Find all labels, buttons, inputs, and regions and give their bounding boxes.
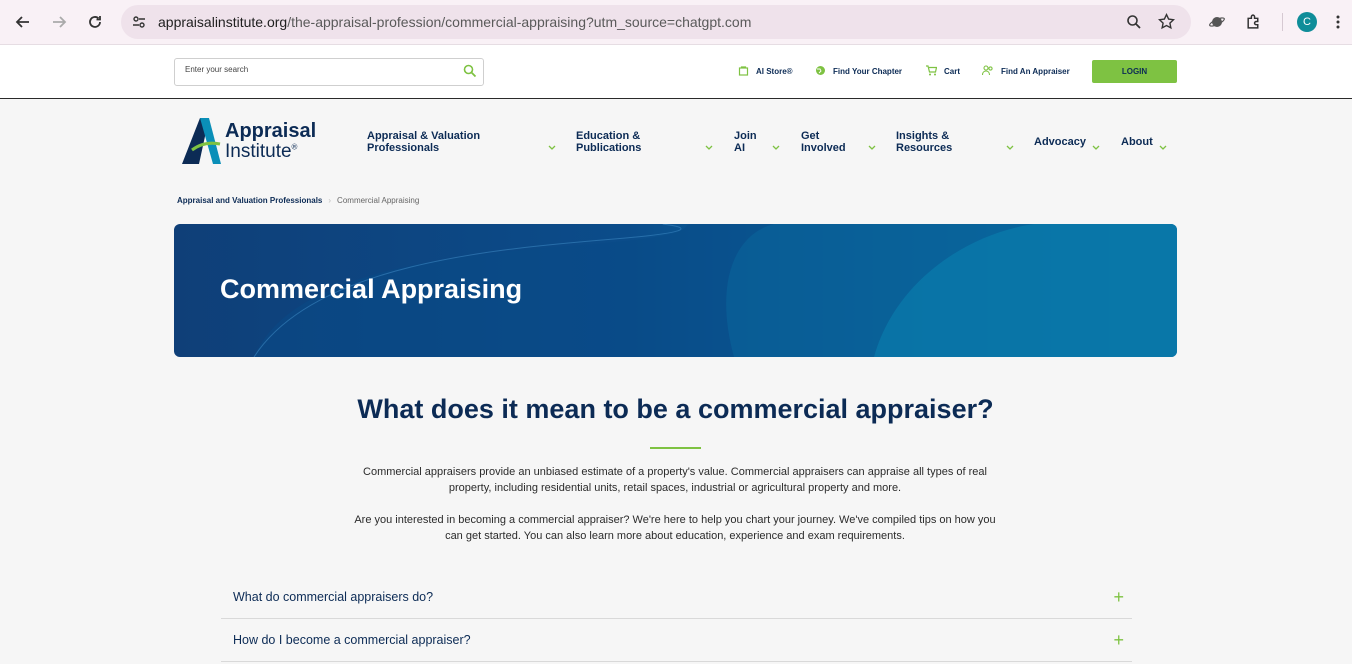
chevron-down-icon[interactable] — [1159, 138, 1167, 156]
search-input[interactable] — [185, 65, 445, 74]
plus-icon[interactable]: + — [1113, 631, 1124, 649]
chevron-down-icon[interactable] — [1092, 138, 1100, 156]
nav-insights-resources[interactable]: Insights & Resources — [896, 130, 952, 154]
chevron-down-icon[interactable] — [548, 138, 556, 156]
back-arrow-icon[interactable] — [12, 11, 34, 33]
cart-icon — [925, 65, 938, 78]
heading-divider — [650, 447, 701, 449]
journey-paragraph: Are you interested in becoming a commerc… — [330, 512, 1020, 544]
nav-about[interactable]: About — [1121, 136, 1153, 148]
nav-label: Involved — [801, 142, 846, 154]
chevron-down-icon[interactable] — [772, 138, 780, 156]
accordion-question: What do commercial appraisers do? — [233, 590, 434, 604]
url-text: appraisalinstitute.org/the-appraisal-pro… — [158, 14, 752, 30]
chevron-down-icon[interactable] — [868, 138, 876, 156]
nav-label: AI — [734, 142, 745, 154]
nav-get-involved[interactable]: Get Involved — [801, 130, 846, 154]
nav-join-ai[interactable]: Join AI — [734, 130, 757, 154]
extension-planet-icon[interactable] — [1209, 14, 1225, 35]
site-search — [174, 58, 484, 86]
cart-label: Cart — [944, 67, 961, 76]
cart-link[interactable]: Cart — [925, 65, 960, 78]
extensions-puzzle-icon[interactable] — [1245, 13, 1262, 35]
nav-label: Publications — [576, 142, 642, 154]
plus-icon[interactable]: + — [1113, 588, 1124, 606]
ai-store-link[interactable]: AI Store® — [738, 65, 793, 78]
paragraph-line: can get started. You can also learn more… — [445, 530, 905, 542]
site-settings-icon[interactable] — [131, 14, 147, 35]
find-chapter-label: Find Your Chapter — [833, 67, 903, 76]
accordion-item-how-become[interactable]: How do I become a commercial appraiser? … — [221, 619, 1132, 662]
browser-toolbar: appraisalinstitute.org/the-appraisal-pro… — [0, 0, 1352, 45]
paragraph-line: Commercial appraisers provide an unbiase… — [363, 466, 987, 478]
logo-mark-icon — [182, 118, 221, 164]
find-chapter-link[interactable]: Find Your Chapter — [815, 65, 902, 78]
nav-label: Join — [734, 130, 757, 142]
browser-menu-icon[interactable] — [1335, 14, 1341, 35]
people-icon — [981, 65, 994, 78]
forward-arrow-icon[interactable] — [48, 11, 70, 33]
nav-label: Education & — [576, 130, 641, 142]
chevron-down-icon[interactable] — [705, 138, 713, 156]
nav-label: Appraisal & Valuation — [367, 130, 481, 142]
section-heading: What does it mean to be a commercial app… — [357, 394, 994, 424]
zoom-icon[interactable] — [1126, 14, 1142, 35]
nav-label: Professionals — [367, 142, 440, 154]
store-bag-icon — [738, 65, 749, 78]
bookmark-star-icon[interactable] — [1157, 12, 1176, 35]
nav-label: About — [1121, 136, 1153, 148]
nav-education-publications[interactable]: Education & Publications — [576, 130, 641, 154]
search-icon[interactable] — [463, 64, 477, 83]
paragraph-line: Are you interested in becoming a commerc… — [354, 514, 996, 526]
utility-bar: AI Store® Find Your Chapter Cart Find An… — [0, 45, 1352, 99]
hero-banner: Commercial Appraising — [174, 224, 1177, 357]
globe-icon — [815, 65, 826, 78]
logo-line2: Institute® — [225, 141, 298, 162]
logo-line1: Appraisal — [225, 120, 317, 142]
accordion-question: How do I become a commercial appraiser? — [233, 633, 471, 647]
chevron-down-icon[interactable] — [1006, 138, 1014, 156]
nav-label: Advocacy — [1034, 136, 1086, 148]
find-appraiser-label: Find An Appraiser — [1001, 67, 1070, 76]
nav-advocacy[interactable]: Advocacy — [1034, 136, 1086, 148]
ai-store-label: AI Store® — [756, 67, 793, 76]
paragraph-line: property, including residential units, r… — [448, 482, 902, 494]
breadcrumb-separator: › — [328, 196, 332, 205]
find-appraiser-link[interactable]: Find An Appraiser — [981, 65, 1070, 78]
intro-paragraph: Commercial appraisers provide an unbiase… — [330, 464, 1020, 496]
nav-label: Get — [801, 130, 820, 142]
appraisal-institute-logo[interactable]: Appraisal Institute® — [180, 114, 330, 166]
breadcrumb-parent-link[interactable]: Appraisal and Valuation Professionals — [177, 196, 322, 205]
hero-title: Commercial Appraising — [220, 274, 523, 304]
accordion-item-what-do[interactable]: What do commercial appraisers do? + — [221, 576, 1132, 619]
nav-appraisal-valuation[interactable]: Appraisal & Valuation Professionals — [367, 130, 480, 154]
breadcrumb: Appraisal and Valuation Professionals › Co… — [177, 196, 419, 205]
nav-label: Resources — [896, 142, 953, 154]
breadcrumb-current: Commercial Appraising — [337, 196, 420, 205]
login-button[interactable]: LOGIN — [1092, 60, 1177, 83]
reload-icon[interactable] — [84, 11, 106, 33]
profile-avatar[interactable]: C — [1297, 12, 1317, 32]
address-bar[interactable]: appraisalinstitute.org/the-appraisal-pro… — [121, 5, 1191, 39]
toolbar-divider — [1282, 13, 1283, 31]
nav-label: Insights & — [896, 130, 950, 142]
